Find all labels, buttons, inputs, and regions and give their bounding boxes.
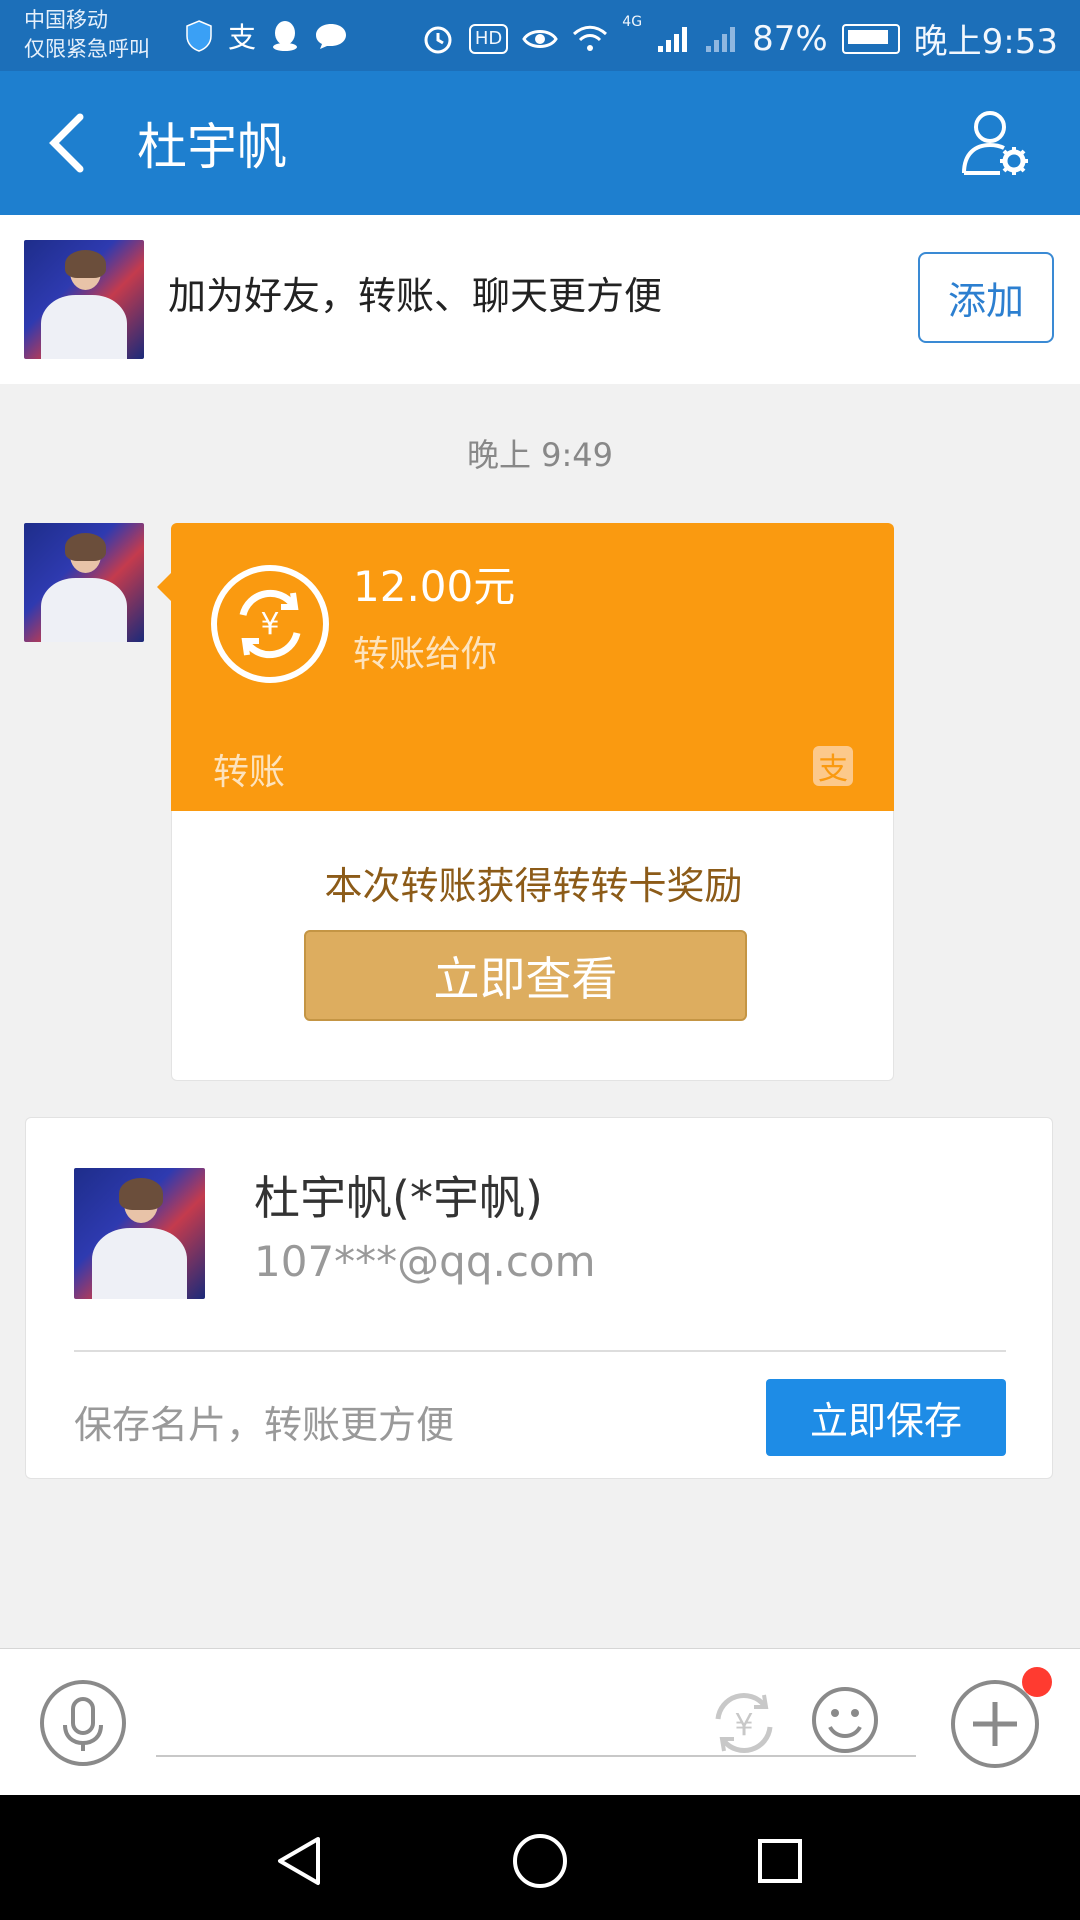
save-card-hint: 保存名片，转账更方便 <box>74 1403 455 1447</box>
profile-settings-icon[interactable] <box>960 107 1030 179</box>
nav-home-icon[interactable] <box>510 1831 570 1891</box>
eye-icon <box>522 29 559 48</box>
battery-icon <box>841 23 900 54</box>
add-friend-text: 加为好友，转账、聊天更方便 <box>168 274 663 318</box>
carrier-name: 中国移动 <box>24 8 108 32</box>
contact-name: 杜宇帆(*宇帆) <box>254 1171 543 1225</box>
chat-title: 杜宇帆 <box>137 118 287 176</box>
qq-icon <box>273 21 298 51</box>
alipay-notification-icon: 支 <box>228 21 257 54</box>
save-card-button[interactable]: 立即保存 <box>766 1379 1006 1456</box>
transfer-tag: 转账 <box>213 752 286 793</box>
transfer-amount: 12.00元 <box>353 562 516 611</box>
signal-no-sim-icon <box>706 26 736 52</box>
system-status: HD 4G 87% 晚上9:53 <box>421 14 1058 63</box>
message-input-bar: ¥ <box>0 1648 1080 1795</box>
alipay-icon: 支 <box>813 746 853 787</box>
carrier-status: 仅限紧急呼叫 <box>24 37 150 61</box>
carrier-info: 中国移动 仅限紧急呼叫 <box>24 6 150 64</box>
add-friend-banner: 加为好友，转账、聊天更方便 添加 <box>0 215 1080 384</box>
contact-email: 107***@qq.com <box>254 1237 596 1286</box>
avatar[interactable] <box>24 240 144 359</box>
chat-header: 杜宇帆 <box>0 71 1080 215</box>
transfer-yuan-icon: ¥ <box>211 565 329 683</box>
transfer-icon[interactable]: ¥ <box>706 1685 782 1761</box>
back-arrow-icon[interactable] <box>42 111 98 175</box>
battery-percent: 87% <box>752 18 828 59</box>
nav-recents-icon[interactable] <box>752 1833 808 1889</box>
svg-text:¥: ¥ <box>260 607 279 642</box>
alarm-icon <box>424 26 452 53</box>
message-input[interactable] <box>156 1693 916 1757</box>
signal-icon <box>658 26 688 52</box>
sender-avatar[interactable] <box>24 523 144 642</box>
contact-card: 杜宇帆(*宇帆) 107***@qq.com 保存名片，转账更方便 立即保存 <box>25 1117 1053 1479</box>
network-type: 4G <box>622 14 643 30</box>
wifi-icon <box>573 25 608 51</box>
system-navigation-bar <box>0 1795 1080 1920</box>
message-timestamp: 晚上 9:49 <box>466 436 614 474</box>
status-bar: 中国移动 仅限紧急呼叫 支 HD 4G 87% 晚上9:53 <box>0 0 1080 71</box>
transfer-message[interactable]: ¥ 12.00元 转账给你 转账 支 <box>171 523 894 811</box>
view-reward-button[interactable]: 立即查看 <box>304 930 747 1021</box>
shield-icon <box>186 20 212 52</box>
clock: 晚上9:53 <box>913 22 1058 62</box>
microphone-icon[interactable] <box>39 1679 127 1767</box>
card-divider <box>74 1350 1006 1352</box>
reward-panel: 本次转账获得转转卡奖励 立即查看 <box>171 811 894 1081</box>
contact-avatar[interactable] <box>74 1168 205 1299</box>
message-icon <box>316 24 347 49</box>
svg-text:¥: ¥ <box>734 1708 753 1743</box>
add-friend-button[interactable]: 添加 <box>918 252 1054 343</box>
nav-back-icon[interactable] <box>272 1833 328 1889</box>
notification-dot <box>1022 1667 1052 1697</box>
reward-text: 本次转账获得转转卡奖励 <box>324 864 743 908</box>
emoji-icon[interactable] <box>810 1685 880 1755</box>
transfer-description: 转账给你 <box>353 634 498 675</box>
notification-icons: 支 <box>184 16 348 56</box>
hd-badge: HD <box>468 23 509 54</box>
